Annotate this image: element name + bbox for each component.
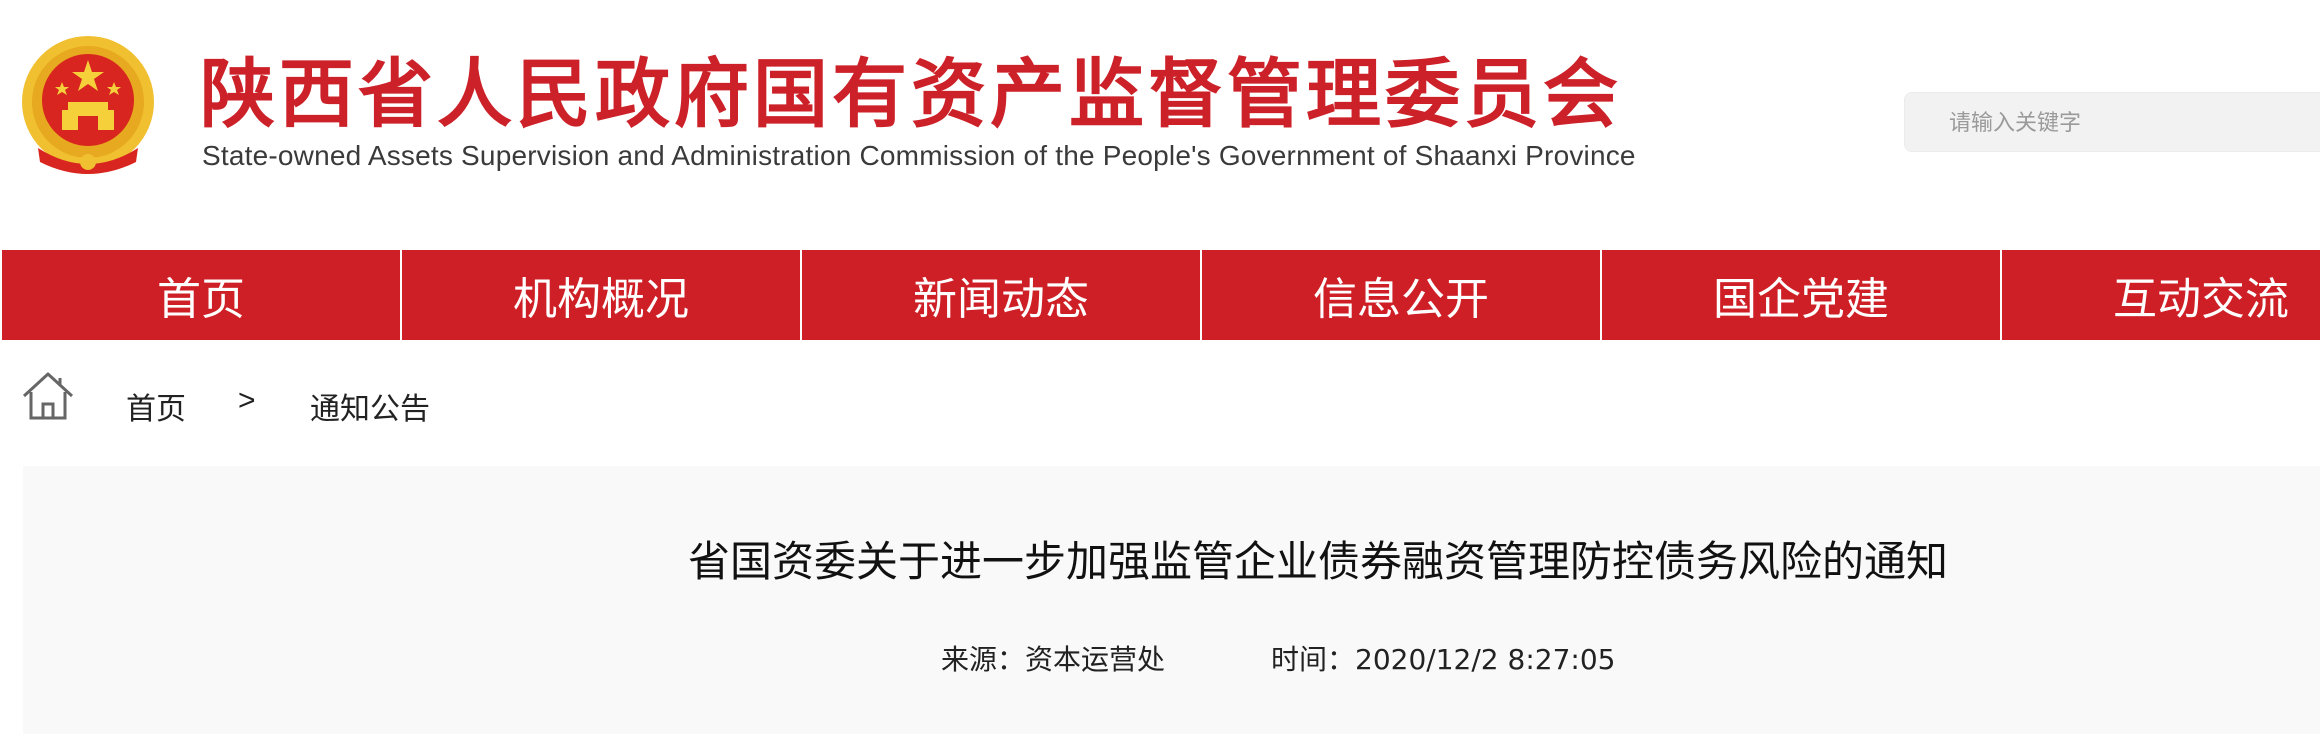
- article-title: 省国资委关于进一步加强监管企业债券融资管理防控债务风险的通知: [687, 537, 1948, 586]
- nav-item-home[interactable]: 首页: [2, 250, 402, 340]
- time-label: 时间：: [1271, 643, 1356, 676]
- nav-item-info[interactable]: 信息公开: [1202, 250, 1602, 340]
- breadcrumb-separator: >: [238, 384, 256, 417]
- search-input[interactable]: [1905, 93, 2320, 153]
- site-title-cn: 陕西省人民政府国有资产监督管理委员会: [200, 50, 1623, 138]
- nav-item-interact[interactable]: 互动交流: [2002, 250, 2320, 340]
- home-icon[interactable]: [20, 368, 76, 424]
- national-emblem-icon[interactable]: [18, 30, 158, 180]
- search-box[interactable]: [1904, 92, 2320, 153]
- main-nav: 首页 机构概况 新闻动态 信息公开 国企党建 互动交流: [0, 250, 2320, 340]
- nav-item-news[interactable]: 新闻动态: [802, 250, 1202, 340]
- article-panel: 省国资委关于进一步加强监管企业债券融资管理防控债务风险的通知 来源：资本运营处 时…: [23, 466, 2320, 734]
- nav-item-about[interactable]: 机构概况: [402, 250, 802, 340]
- nav-item-party[interactable]: 国企党建: [1602, 250, 2002, 340]
- source-value: 资本运营处: [1025, 643, 1166, 676]
- breadcrumb-current-link[interactable]: 通知公告: [310, 384, 430, 428]
- breadcrumb: 首页 > 通知公告: [0, 360, 2320, 430]
- site-header: 陕西省人民政府国有资产监督管理委员会 State-owned Assets Su…: [0, 0, 2320, 250]
- article-meta: 来源：资本运营处 时间：2020/12/2 8:27:05: [941, 638, 1615, 678]
- site-title-en: State-owned Assets Supervision and Admin…: [202, 140, 1636, 171]
- breadcrumb-home-link[interactable]: 首页: [126, 384, 186, 428]
- source-label: 来源：: [941, 643, 1026, 676]
- time-value: 2020/12/2 8:27:05: [1355, 643, 1616, 676]
